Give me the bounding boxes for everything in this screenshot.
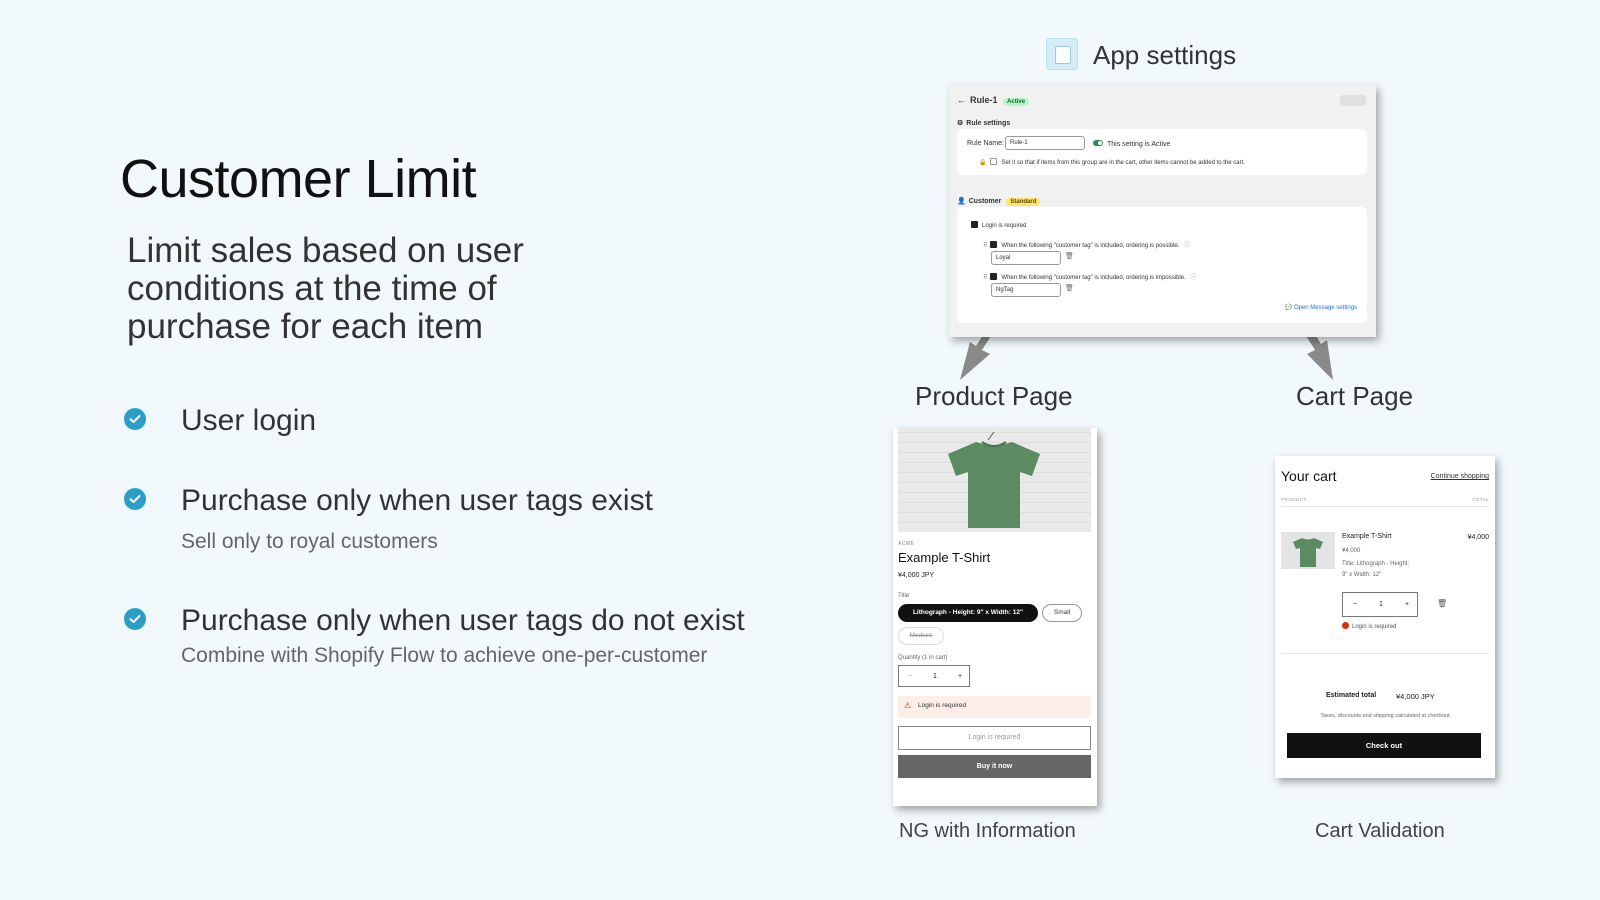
error-icon bbox=[1342, 622, 1349, 629]
continue-shopping-link[interactable]: Continue shopping bbox=[1431, 473, 1489, 480]
product-page-panel: ACME Example T-Shirt ¥4,000 JPY Title Li… bbox=[893, 428, 1097, 806]
delete-icon[interactable]: 🗑 bbox=[1065, 284, 1074, 292]
rule-settings-box: Rule Name: Rule-1 This setting is Active… bbox=[957, 129, 1367, 175]
person-icon: 👤 bbox=[957, 198, 966, 205]
cart-item-image bbox=[1281, 532, 1335, 569]
quantity-label: Quantity (1 in cart) bbox=[898, 655, 948, 661]
message-settings-link[interactable]: 💬 Open Message settings bbox=[1285, 304, 1357, 311]
product-price: ¥4,000 JPY bbox=[898, 572, 935, 579]
minus-button[interactable]: − bbox=[899, 666, 921, 686]
app-settings-label: App settings bbox=[1093, 40, 1237, 70]
tag-allow-option[interactable]: ⠿ When the following "customer tag" is in… bbox=[983, 240, 1190, 249]
check-circle-icon bbox=[124, 408, 146, 430]
minus-button[interactable]: − bbox=[1343, 593, 1367, 616]
quantity-value: 1 bbox=[1379, 601, 1383, 608]
warning-icon: ⚠ bbox=[904, 701, 912, 710]
page-title: Customer Limit bbox=[120, 149, 477, 209]
tax-note: Taxes, discounts and shipping calculated… bbox=[1320, 713, 1450, 719]
login-required-button[interactable]: Login is required bbox=[898, 726, 1091, 750]
estimated-total-label: Estimated total bbox=[1326, 692, 1377, 699]
cart-quantity-stepper[interactable]: − 1 + bbox=[1342, 592, 1418, 617]
cart-title: Your cart bbox=[1281, 468, 1337, 484]
delete-icon[interactable]: 🗑 bbox=[1065, 252, 1074, 260]
product-vendor: ACME bbox=[898, 541, 915, 547]
divider bbox=[1281, 653, 1489, 654]
back-arrow-icon[interactable]: ← bbox=[957, 95, 966, 105]
product-name: Example T-Shirt bbox=[898, 550, 991, 565]
feature-note: Combine with Shopify Flow to achieve one… bbox=[181, 644, 708, 667]
customer-box: Login is required ⠿ When the following "c… bbox=[957, 207, 1367, 323]
cart-item-price: ¥4,000 bbox=[1342, 548, 1361, 554]
gear-icon: ⚙ bbox=[957, 120, 964, 127]
customer-heading: 👤 Customer Standard bbox=[957, 197, 1041, 206]
rule-name-label: Rule Name: bbox=[967, 140, 1004, 147]
check-circle-icon bbox=[124, 608, 146, 630]
option-lithograph[interactable]: Lithograph - Height: 9" x Width: 12" bbox=[898, 604, 1038, 622]
active-toggle[interactable]: This setting is Active bbox=[1093, 140, 1170, 148]
estimated-total-value: ¥4,000 JPY bbox=[1396, 692, 1435, 701]
status-badge: Active bbox=[1003, 98, 1030, 106]
product-image bbox=[898, 428, 1091, 532]
app-icon bbox=[1046, 38, 1078, 70]
tag-allow-checkbox[interactable] bbox=[990, 241, 998, 248]
lock-icon: 🔒 bbox=[979, 160, 987, 166]
cart-item-name[interactable]: Example T-Shirt bbox=[1342, 533, 1392, 540]
plus-button[interactable]: + bbox=[1395, 593, 1419, 616]
page-subtitle: Limit sales based on user conditions at … bbox=[127, 231, 524, 346]
group-checkbox[interactable] bbox=[990, 158, 998, 165]
check-circle-icon bbox=[124, 488, 146, 510]
option-label: Title bbox=[898, 593, 910, 599]
buy-now-button[interactable]: Buy it now bbox=[898, 755, 1091, 778]
cart-caption: Cart Validation bbox=[1315, 820, 1445, 842]
option-medium[interactable]: Medium bbox=[898, 627, 944, 645]
trash-icon[interactable]: 🗑 bbox=[1437, 599, 1447, 608]
tag-allow-input[interactable]: Loyal bbox=[991, 251, 1061, 265]
more-actions-button[interactable] bbox=[1340, 95, 1366, 106]
cart-error: Login is required bbox=[1342, 622, 1396, 630]
group-restriction-option[interactable]: 🔒 Set it so that if items from this group… bbox=[979, 158, 1245, 166]
feature-title: User login bbox=[181, 404, 317, 437]
feature-title: Purchase only when user tags do not exis… bbox=[181, 604, 745, 637]
quantity-stepper[interactable]: − 1 + bbox=[898, 665, 970, 687]
info-icon[interactable]: ⓘ bbox=[1190, 275, 1196, 281]
error-banner: ⚠ Login is required bbox=[898, 696, 1091, 718]
cart-page-panel: Your cart Continue shopping PRODUCT TOTA… bbox=[1275, 456, 1495, 778]
app-settings-panel: ← Rule-1 Active ⚙ Rule settings Rule Name:… bbox=[949, 85, 1376, 337]
product-caption: NG with Information bbox=[899, 820, 1076, 842]
cart-page-label: Cart Page bbox=[1296, 381, 1414, 411]
column-product: PRODUCT bbox=[1281, 497, 1307, 502]
feature-title: Purchase only when user tags exist bbox=[181, 484, 653, 517]
login-checkbox[interactable] bbox=[971, 221, 978, 228]
chat-icon: 💬 bbox=[1284, 305, 1293, 311]
tag-deny-checkbox[interactable] bbox=[990, 273, 998, 280]
divider bbox=[1281, 506, 1489, 507]
cart-item-variant-2: 9" x Width: 12" bbox=[1342, 572, 1382, 578]
tag-deny-option[interactable]: ⠿ When the following "customer tag" is in… bbox=[983, 272, 1196, 281]
rule-settings-heading: ⚙ Rule settings bbox=[957, 120, 1011, 127]
feature-note: Sell only to royal customers bbox=[181, 530, 438, 553]
cart-item-total: ¥4,000 bbox=[1467, 534, 1489, 541]
rule-header: ← Rule-1 Active bbox=[957, 95, 1030, 106]
option-small[interactable]: Small bbox=[1042, 604, 1082, 622]
cart-item-variant: Title: Lithograph - Height: bbox=[1342, 561, 1410, 567]
quantity-value: 1 bbox=[933, 672, 937, 680]
checkout-button[interactable]: Check out bbox=[1287, 733, 1481, 758]
tshirt-icon bbox=[1293, 538, 1323, 567]
drag-handle-icon[interactable]: ⠿ bbox=[983, 275, 987, 281]
product-page-label: Product Page bbox=[915, 381, 1073, 411]
error-text: Login is required bbox=[918, 702, 967, 709]
login-required-option[interactable]: Login is required bbox=[971, 221, 1026, 229]
tshirt-icon bbox=[948, 431, 1040, 528]
toggle-icon bbox=[1093, 140, 1103, 146]
plus-button[interactable]: + bbox=[949, 666, 971, 686]
column-total: TOTAL bbox=[1472, 497, 1489, 502]
tag-deny-input[interactable]: NgTag bbox=[991, 283, 1061, 297]
rule-title: Rule-1 bbox=[970, 95, 998, 105]
drag-handle-icon[interactable]: ⠿ bbox=[983, 243, 987, 249]
plan-badge: Standard bbox=[1006, 198, 1041, 206]
info-icon[interactable]: ⓘ bbox=[1184, 243, 1190, 249]
rule-name-input[interactable]: Rule-1 bbox=[1005, 136, 1085, 150]
